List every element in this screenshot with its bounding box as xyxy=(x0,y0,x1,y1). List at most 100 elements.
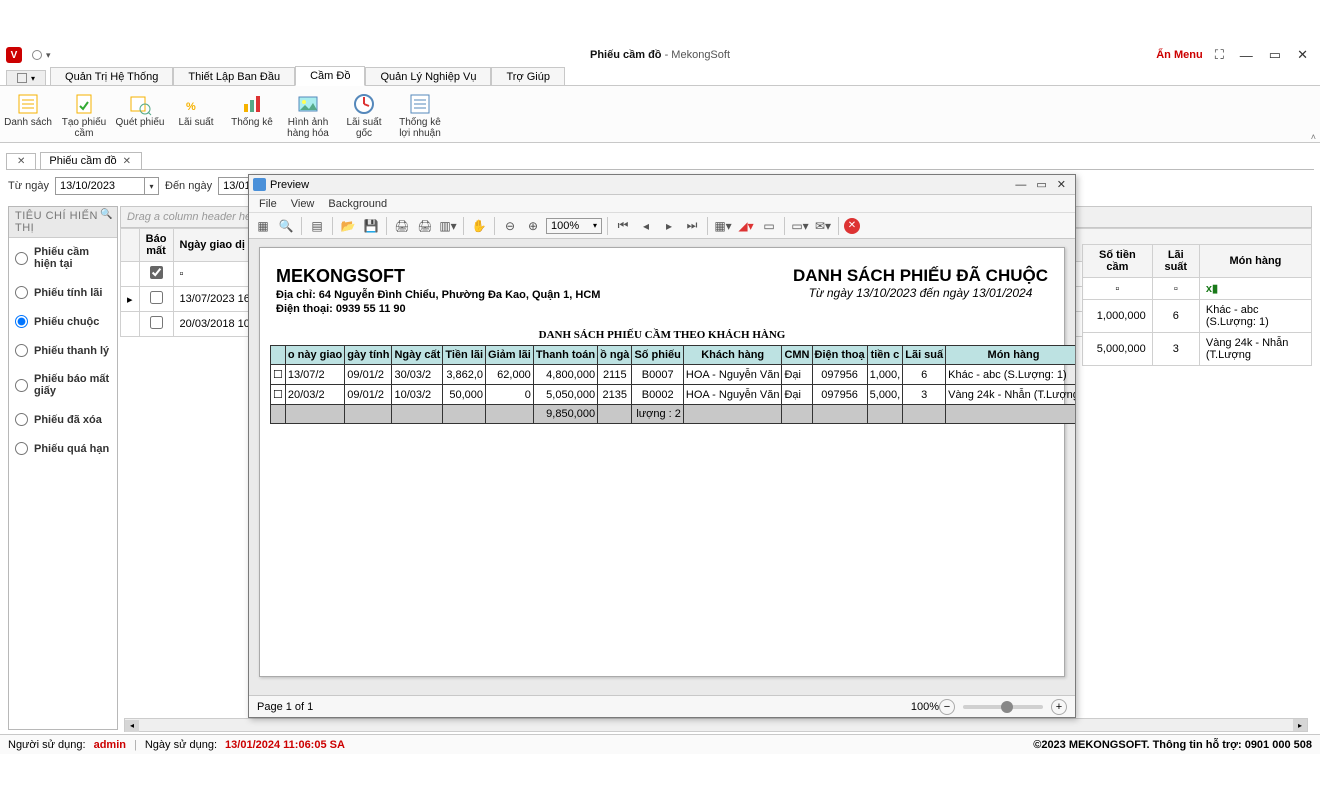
close-preview-button[interactable]: ✕ xyxy=(844,218,860,234)
user-value: admin xyxy=(94,739,126,751)
sidebar-item-tinh-lai[interactable]: Phiếu tính lãi xyxy=(9,278,117,307)
window-title: Phiếu cầm đồ - MekongSoft xyxy=(590,49,730,61)
scroll-right-icon[interactable]: ▸ xyxy=(1293,719,1307,731)
window-minimize-all-icon[interactable]: ⛶ xyxy=(1211,47,1228,63)
table-row[interactable]: 1,000,0006Khác - abc (S.Lượng: 1) xyxy=(1083,300,1312,333)
tab-nghiep-vu[interactable]: Quản Lý Nghiệp Vụ xyxy=(365,67,491,86)
quick-print-icon[interactable]: 🖨 xyxy=(415,216,435,236)
menu-view[interactable]: View xyxy=(291,198,315,210)
sidebar-item-da-xoa[interactable]: Phiếu đã xóa xyxy=(9,405,117,434)
lai-suat-button[interactable]: %Lãi suất xyxy=(168,89,224,139)
col-mon-hang[interactable]: Món hàng xyxy=(1199,245,1311,278)
doc-tab-phieu-cam-do[interactable]: Phiếu cầm đồ✕ xyxy=(40,152,142,169)
page-setup-icon[interactable]: ▥▾ xyxy=(438,216,458,236)
next-page-icon[interactable]: ▸ xyxy=(659,216,679,236)
watermark-icon[interactable]: ▭ xyxy=(759,216,779,236)
preview-statusbar: Page 1 of 1 100% − + xyxy=(249,695,1075,717)
col-so-tien[interactable]: Số tiền cầm xyxy=(1083,245,1153,278)
export-icon[interactable]: ▭▾ xyxy=(790,216,810,236)
tab-quan-tri[interactable]: Quản Trị Hệ Thống xyxy=(50,67,173,86)
dropdown-icon[interactable]: ▾ xyxy=(145,177,159,195)
close-tab-icon[interactable]: ✕ xyxy=(121,156,133,167)
window-restore-icon[interactable]: ▭ xyxy=(1265,47,1285,63)
danh-sach-button[interactable]: Danh sách xyxy=(0,89,56,139)
quick-access: ▾ xyxy=(32,50,51,61)
document-map-icon[interactable]: ▦ xyxy=(253,216,273,236)
open-icon[interactable]: 📂 xyxy=(338,216,358,236)
search-icon[interactable]: 🔍 xyxy=(100,209,113,220)
thong-ke-button[interactable]: Thống kê xyxy=(224,89,280,139)
close-tab-icon[interactable]: ✕ xyxy=(15,156,27,167)
preview-menu: File View Background xyxy=(249,195,1075,213)
tab-thiet-lap[interactable]: Thiết Lập Ban Đầu xyxy=(173,67,295,86)
app-statusbar: Người sử dụng: admin | Ngày sử dụng: 13/… xyxy=(0,734,1320,754)
last-page-icon[interactable]: ⏭ xyxy=(682,216,702,236)
report-row: ☐20/03/209/01/210/03/250,00005,050,00021… xyxy=(271,385,1076,405)
zoom-slider[interactable] xyxy=(963,705,1043,709)
col-lai-suat[interactable]: Lãi suất xyxy=(1152,245,1199,278)
thumbnails-icon[interactable]: ▤ xyxy=(307,216,327,236)
sidebar-item-bao-mat[interactable]: Phiếu báo mất giấy xyxy=(9,365,117,405)
document-tabs: ✕ Phiếu cầm đồ✕ xyxy=(6,150,1314,170)
tab-tro-giup[interactable]: Trợ Giúp xyxy=(491,67,564,86)
preview-minimize-icon[interactable]: — xyxy=(1010,179,1031,191)
from-date-label: Từ ngày xyxy=(8,180,49,192)
preview-title: Preview xyxy=(270,179,309,191)
sidebar-header: TIÊU CHÍ HIỂN THỊ🔍 xyxy=(9,207,117,238)
first-page-icon[interactable]: ⏮ xyxy=(613,216,633,236)
tab-cam-do[interactable]: Cầm Đồ xyxy=(295,66,365,86)
hinh-anh-button[interactable]: Hình ảnh hàng hóa xyxy=(280,89,336,139)
preview-close-icon[interactable]: ✕ xyxy=(1052,178,1071,191)
scroll-left-icon[interactable]: ◂ xyxy=(125,720,139,732)
report-page: MEKONGSOFT Địa chỉ: 64 Nguyễn Đình Chiểu… xyxy=(259,247,1065,677)
multi-page-icon[interactable]: ▦▾ xyxy=(713,216,733,236)
hand-tool-icon[interactable]: ✋ xyxy=(469,216,489,236)
hide-menu-link[interactable]: Ẩn Menu xyxy=(1156,49,1202,61)
save-icon[interactable]: 💾 xyxy=(361,216,381,236)
excel-icon[interactable]: x▮ xyxy=(1206,283,1218,295)
sidebar-item-qua-han[interactable]: Phiếu quá hạn xyxy=(9,434,117,463)
thong-ke-loi-nhuan-button[interactable]: Thống kê lợi nhuận xyxy=(392,89,448,139)
prev-page-icon[interactable]: ◂ xyxy=(636,216,656,236)
preview-maximize-icon[interactable]: ▭ xyxy=(1031,178,1051,191)
horizontal-scrollbar[interactable]: ◂ ▸ xyxy=(124,718,1308,732)
search-icon[interactable]: 🔍 xyxy=(276,216,296,236)
sidebar-item-chuoc[interactable]: Phiếu chuộc xyxy=(9,307,117,336)
col-bao-mat[interactable]: Báo mất xyxy=(139,229,173,262)
sidebar-item-hien-tai[interactable]: Phiếu cầm hiện tại xyxy=(9,238,117,278)
background-color-icon[interactable]: ◢▾ xyxy=(736,216,756,236)
ribbon: Danh sách Tạo phiếu cầm Quét phiếu %Lãi … xyxy=(0,85,1320,143)
window-close-icon[interactable]: ✕ xyxy=(1293,47,1312,63)
zoom-in-icon[interactable]: ⊕ xyxy=(523,216,543,236)
filter-row[interactable]: ▫▫x▮ xyxy=(1083,278,1312,300)
send-email-icon[interactable]: ✉▾ xyxy=(813,216,833,236)
from-date-input[interactable] xyxy=(55,177,145,195)
menu-file[interactable]: File xyxy=(259,198,277,210)
report-subtitle: DANH SÁCH PHIẾU CẦM THEO KHÁCH HÀNG xyxy=(270,329,1054,341)
file-tab[interactable]: ▾ xyxy=(6,70,46,86)
report-row: ☐13/07/209/01/230/03/23,862,062,0004,800… xyxy=(271,365,1076,385)
ribbon-collapse-icon[interactable]: ˄ xyxy=(1311,132,1316,142)
table-row[interactable]: 5,000,0003Vàng 24k - Nhẫn (T.Lượng xyxy=(1083,333,1312,366)
doc-tab-empty[interactable]: ✕ xyxy=(6,153,36,169)
quet-phieu-button[interactable]: Quét phiếu xyxy=(112,89,168,139)
menu-background[interactable]: Background xyxy=(328,198,387,210)
company-phone: Điện thoại: 0939 55 11 90 xyxy=(276,301,600,315)
zoom-out-icon[interactable]: ⊖ xyxy=(500,216,520,236)
sidebar-item-thanh-ly[interactable]: Phiếu thanh lý xyxy=(9,336,117,365)
zoom-percent: 100% xyxy=(911,701,939,713)
window-minimize-icon[interactable]: — xyxy=(1236,48,1257,63)
print-icon[interactable]: 🖨 xyxy=(392,216,412,236)
date-label: Ngày sử dụng: xyxy=(145,739,217,751)
lai-suat-goc-button[interactable]: Lãi suất gốc xyxy=(336,89,392,139)
page-indicator: Page 1 of 1 xyxy=(257,701,313,713)
main-grid-right: Số tiền cầm Lãi suất Món hàng ▫▫x▮ 1,000… xyxy=(1082,244,1312,366)
zoom-out-button[interactable]: − xyxy=(939,699,955,715)
tao-phieu-button[interactable]: Tạo phiếu cầm xyxy=(56,89,112,139)
svg-text:%: % xyxy=(186,101,196,113)
zoom-in-button[interactable]: + xyxy=(1051,699,1067,715)
date-value: 13/01/2024 11:06:05 SA xyxy=(225,739,345,751)
to-date-label: Đến ngày xyxy=(165,180,212,192)
zoom-select[interactable]: 100%▾ xyxy=(546,218,602,234)
print-preview-window: Preview — ▭ ✕ File View Background ▦ 🔍 ▤… xyxy=(248,174,1076,718)
